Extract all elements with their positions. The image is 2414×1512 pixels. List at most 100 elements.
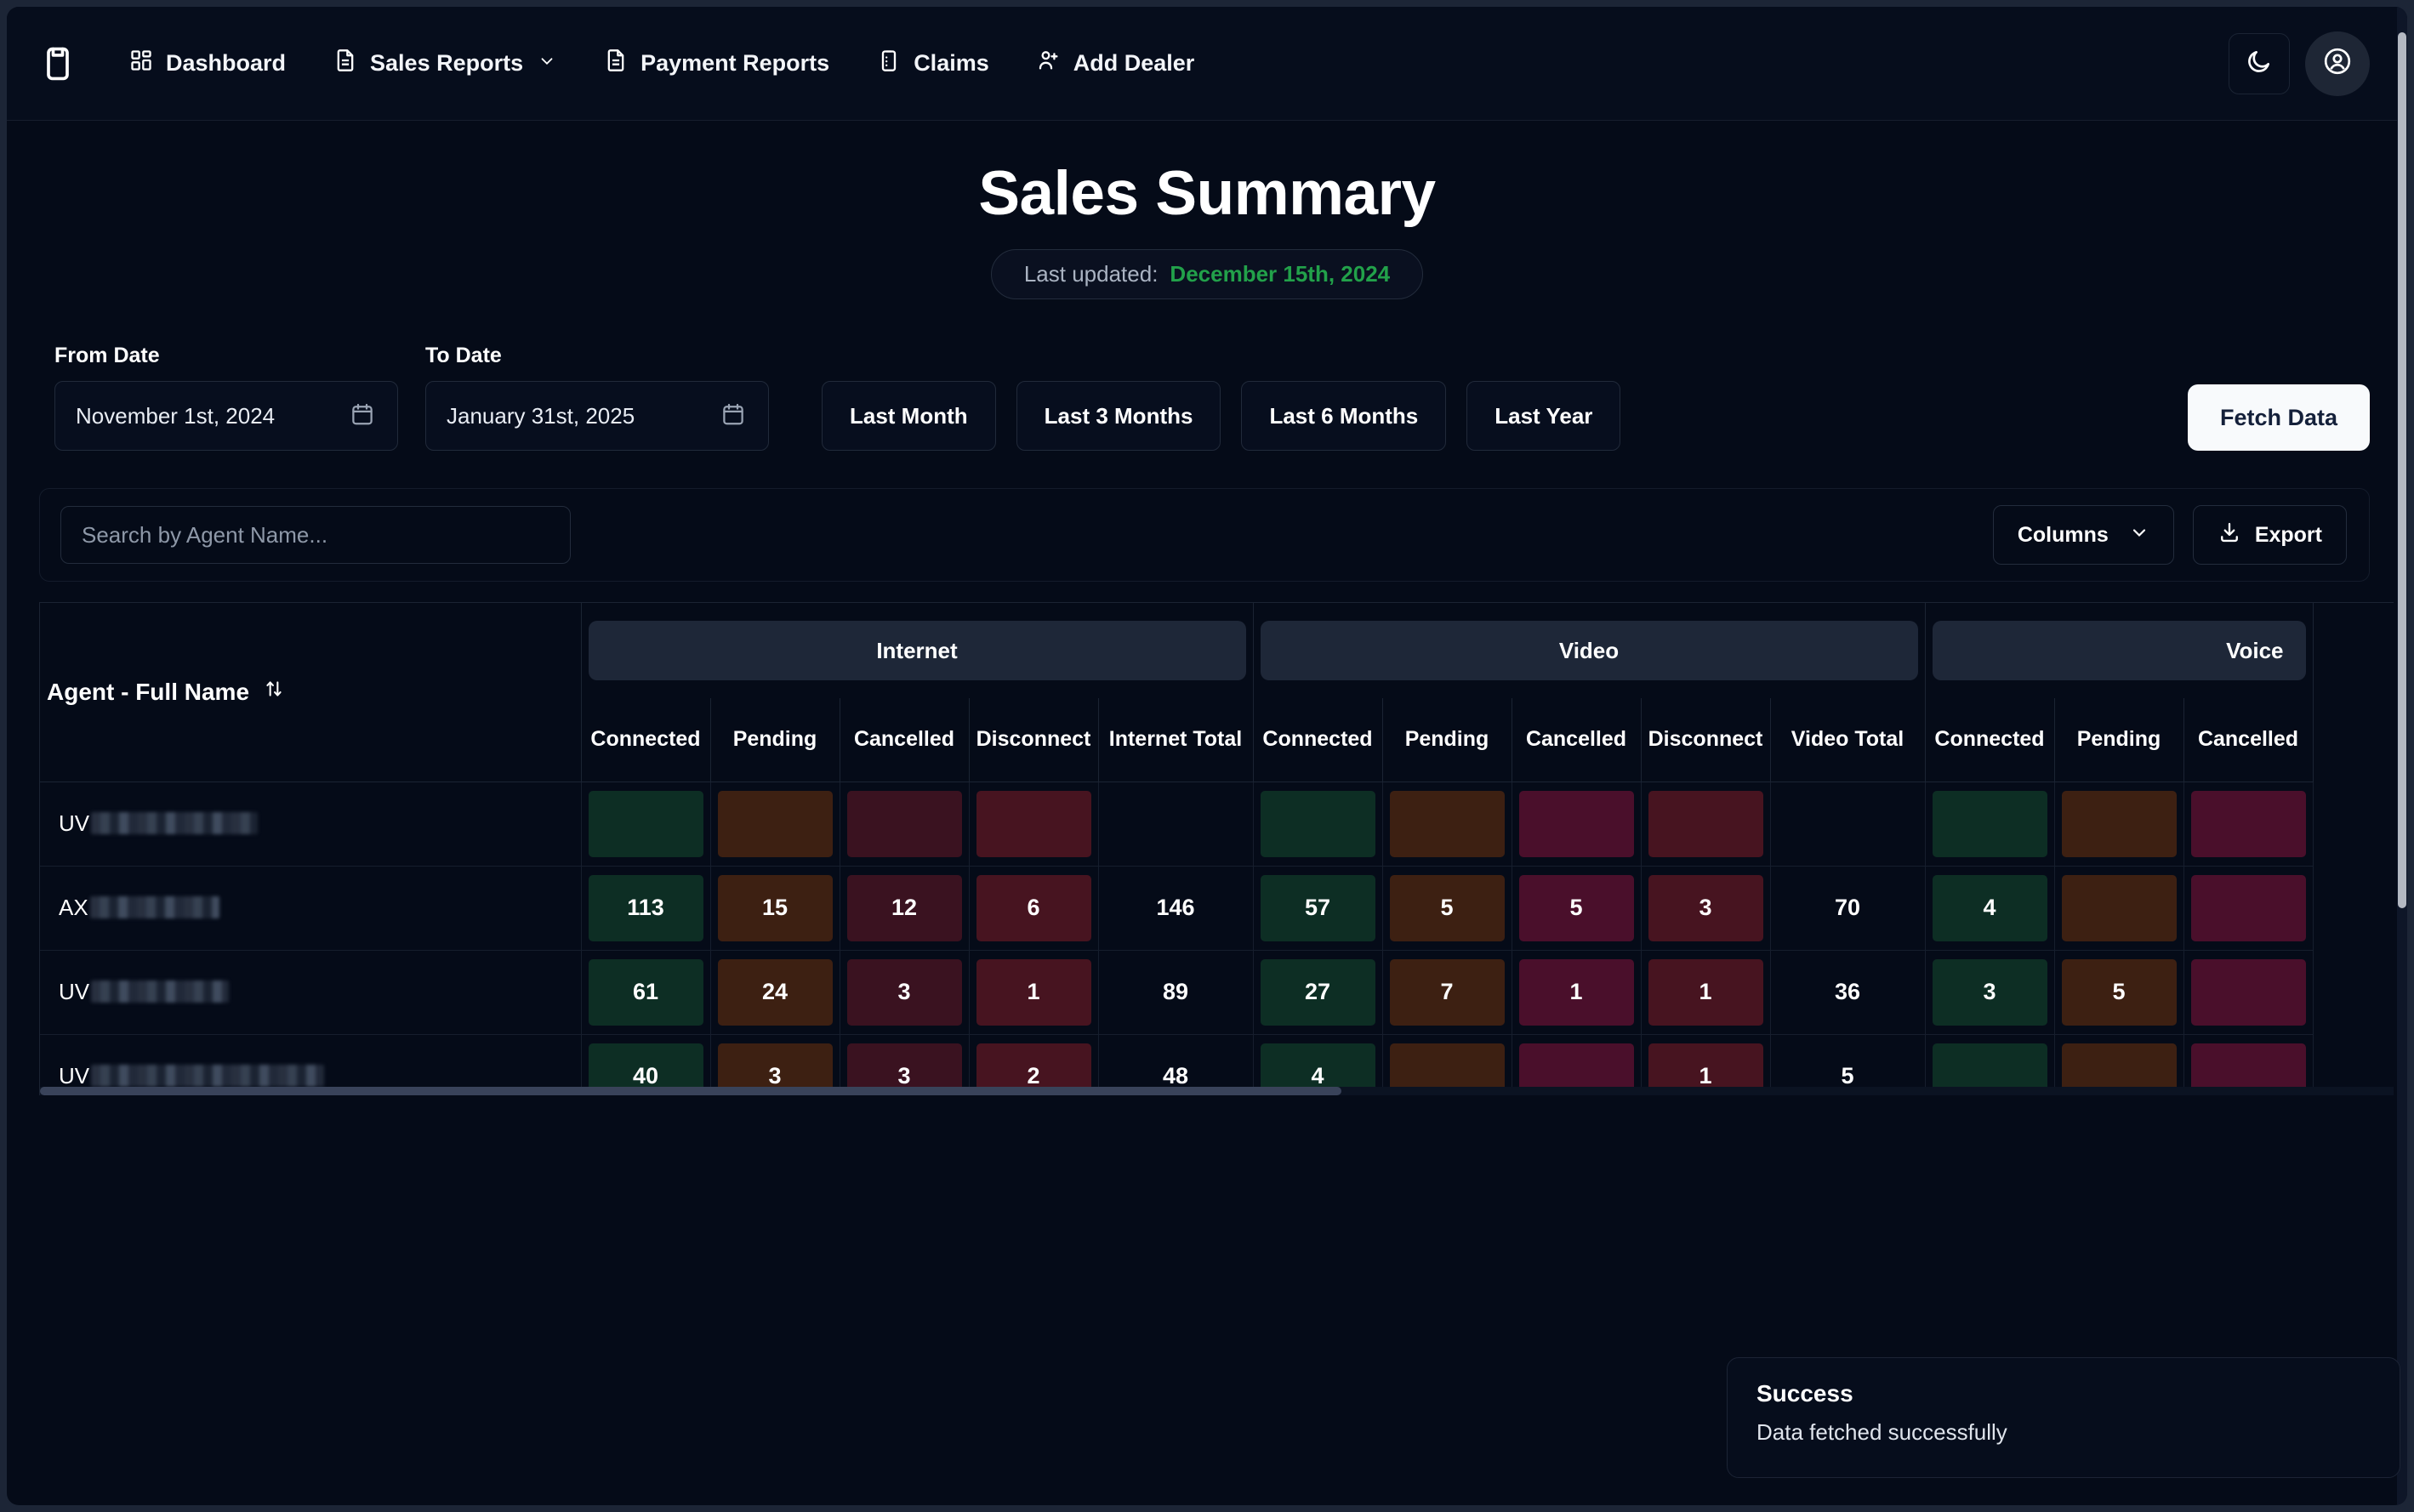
toast-title: Success [1756, 1380, 2371, 1407]
vertical-scrollbar[interactable] [2397, 7, 2407, 1505]
internet-disconnect-cell [969, 782, 1098, 866]
export-button[interactable]: Export [2193, 505, 2347, 565]
voice-pending-cell: 5 [2054, 950, 2183, 1034]
fetch-data-button[interactable]: Fetch Data [2188, 384, 2370, 451]
quick-range-last-year[interactable]: Last Year [1466, 381, 1620, 451]
app-window: Flameshot Dashboard Sales Reports [7, 7, 2407, 1505]
col-video-pending[interactable]: Pending [1382, 698, 1512, 782]
col-voice-pending[interactable]: Pending [2054, 698, 2183, 782]
search-input[interactable] [60, 506, 571, 564]
voice-cancelled-cell [2183, 950, 2313, 1034]
internet-total-cell: 89 [1098, 950, 1253, 1034]
quick-range-last-3-months[interactable]: Last 3 Months [1016, 381, 1221, 451]
nav-item-payment-reports[interactable]: Payment Reports [604, 48, 829, 78]
sales-summary-table-wrap: Agent - Full Name Internet Video Voice [39, 602, 2394, 1095]
table-toolbar: Columns Export [39, 488, 2370, 582]
top-navbar: Dashboard Sales Reports Payment Reports [7, 7, 2407, 121]
col-internet-disconnect[interactable]: Disconnect [969, 698, 1098, 782]
sales-summary-table: Agent - Full Name Internet Video Voice [40, 603, 2314, 1095]
export-label: Export [2255, 523, 2322, 548]
internet-pending-cell: 15 [710, 866, 840, 950]
calendar-icon[interactable] [350, 401, 375, 431]
vertical-scrollbar-thumb[interactable] [2398, 32, 2406, 908]
file-text-icon [604, 48, 628, 78]
package-icon[interactable] [39, 45, 77, 82]
last-updated-badge: Last updated: December 15th, 2024 [991, 249, 1423, 299]
navbar-actions [2229, 31, 2370, 96]
agent-name-header[interactable]: Agent - Full Name [40, 603, 581, 782]
group-header-internet: Internet [581, 603, 1253, 698]
video-total-cell: 36 [1770, 950, 1925, 1034]
toolbar-actions: Columns Export [1993, 505, 2347, 565]
agent-name-cell: AX [40, 866, 581, 950]
nav-item-add-dealer[interactable]: Add Dealer [1037, 48, 1195, 78]
voice-pending-cell [2054, 866, 2183, 950]
nav-label: Claims [914, 50, 989, 77]
table-row[interactable]: AX1131512614657553704 [40, 866, 2313, 950]
moon-icon [2246, 48, 2273, 79]
page-title: Sales Summary [7, 158, 2407, 229]
user-circle-icon [2322, 46, 2353, 81]
voice-cancelled-cell [2183, 782, 2313, 866]
col-voice-cancelled[interactable]: Cancelled [2183, 698, 2313, 782]
to-date-value: January 31st, 2025 [447, 403, 635, 429]
video-pending-cell: 7 [1382, 950, 1512, 1034]
internet-connected-cell: 61 [581, 950, 710, 1034]
col-video-cancelled[interactable]: Cancelled [1512, 698, 1641, 782]
internet-pending-cell [710, 782, 840, 866]
internet-total-cell: 146 [1098, 866, 1253, 950]
toast-message: Data fetched successfully [1756, 1419, 2371, 1446]
video-connected-cell [1253, 782, 1382, 866]
col-internet-pending[interactable]: Pending [710, 698, 840, 782]
video-pending-cell: 5 [1382, 866, 1512, 950]
table-row[interactable]: UV [40, 782, 2313, 866]
col-internet-total[interactable]: Internet Total [1098, 698, 1253, 782]
nav-item-dashboard[interactable]: Dashboard [129, 48, 286, 78]
redacted-name [91, 981, 229, 1003]
success-toast: Success Data fetched successfully [1727, 1357, 2400, 1478]
col-video-disconnect[interactable]: Disconnect [1641, 698, 1770, 782]
quick-range-last-month[interactable]: Last Month [822, 381, 996, 451]
to-date-input[interactable]: January 31st, 2025 [425, 381, 769, 451]
table-row[interactable]: UV61243189277113635 [40, 950, 2313, 1034]
internet-disconnect-cell: 1 [969, 950, 1098, 1034]
to-date-field: To Date January 31st, 2025 [425, 344, 769, 451]
quick-range-last-6-months[interactable]: Last 6 Months [1241, 381, 1446, 451]
redacted-name [91, 812, 258, 834]
internet-cancelled-cell: 12 [840, 866, 969, 950]
col-internet-cancelled[interactable]: Cancelled [840, 698, 969, 782]
horizontal-scrollbar[interactable] [40, 1087, 2394, 1095]
redacted-name [91, 1065, 324, 1087]
internet-cancelled-cell [840, 782, 969, 866]
group-label-video: Video [1559, 638, 1619, 664]
internet-total-cell [1098, 782, 1253, 866]
nav-item-claims[interactable]: Claims [877, 48, 989, 78]
video-disconnect-cell: 1 [1641, 950, 1770, 1034]
user-plus-icon [1037, 48, 1061, 78]
theme-toggle-button[interactable] [2229, 33, 2290, 94]
sort-arrows-icon[interactable] [263, 678, 285, 706]
account-button[interactable] [2305, 31, 2370, 96]
from-date-label: From Date [54, 344, 398, 368]
from-date-input[interactable]: November 1st, 2024 [54, 381, 398, 451]
agent-name-header-label: Agent - Full Name [47, 679, 249, 706]
nav-item-sales-reports[interactable]: Sales Reports [333, 48, 556, 78]
download-icon [2218, 520, 2241, 550]
video-connected-cell: 57 [1253, 866, 1382, 950]
nav-items: Dashboard Sales Reports Payment Reports [129, 48, 1194, 78]
filter-bar: From Date November 1st, 2024 To Date Jan… [7, 299, 2407, 451]
voice-connected-cell [1925, 782, 2054, 866]
from-date-value: November 1st, 2024 [76, 403, 275, 429]
col-video-connected[interactable]: Connected [1253, 698, 1382, 782]
nav-label: Add Dealer [1073, 50, 1195, 77]
col-internet-connected[interactable]: Connected [581, 698, 710, 782]
col-voice-connected[interactable]: Connected [1925, 698, 2054, 782]
col-video-total[interactable]: Video Total [1770, 698, 1925, 782]
clipboard-icon [877, 48, 901, 78]
video-total-cell: 70 [1770, 866, 1925, 950]
horizontal-scrollbar-thumb[interactable] [40, 1087, 1341, 1095]
group-label-internet: Internet [876, 638, 957, 664]
calendar-icon[interactable] [720, 401, 746, 431]
video-disconnect-cell: 3 [1641, 866, 1770, 950]
columns-button[interactable]: Columns [1993, 505, 2174, 565]
